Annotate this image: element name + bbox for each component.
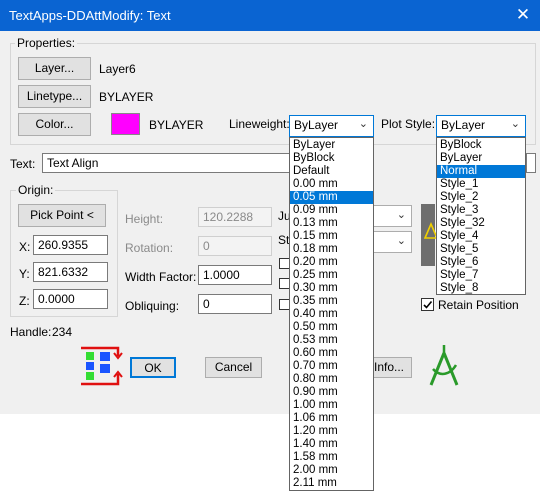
text-input-tail xyxy=(526,153,536,173)
lineweight-option[interactable]: 0.00 mm xyxy=(290,178,373,191)
lineweight-label: Lineweight: xyxy=(229,117,290,131)
lineweight-option[interactable]: 0.90 mm xyxy=(290,386,373,399)
lineweight-option[interactable]: 0.70 mm xyxy=(290,360,373,373)
plot-style-option[interactable]: Style_4 xyxy=(437,230,525,243)
lineweight-option[interactable]: 0.53 mm xyxy=(290,334,373,347)
lineweight-option[interactable]: 2.00 mm xyxy=(290,464,373,477)
lineweight-select[interactable]: ByLayer ⌄ xyxy=(289,115,374,137)
lineweight-option[interactable]: 0.30 mm xyxy=(290,282,373,295)
lineweight-option[interactable]: 0.60 mm xyxy=(290,347,373,360)
color-value: BYLAYER xyxy=(149,118,204,132)
width-factor-label: Width Factor: xyxy=(125,270,197,284)
lineweight-option[interactable]: 1.40 mm xyxy=(290,438,373,451)
plot-style-option[interactable]: Style_1 xyxy=(437,178,525,191)
plot-style-option[interactable]: ByLayer xyxy=(437,152,525,165)
obliquing-label: Obliquing: xyxy=(125,299,180,313)
x-input[interactable]: 260.9355 xyxy=(33,235,108,255)
width-factor-input[interactable]: 1.0000 xyxy=(198,265,272,285)
lineweight-option[interactable]: 1.00 mm xyxy=(290,399,373,412)
cancel-button[interactable]: Cancel xyxy=(205,357,262,378)
rotation-input: 0 xyxy=(198,236,272,256)
plot-style-option[interactable]: ByBlock xyxy=(437,139,525,152)
layer-button[interactable]: Layer... xyxy=(18,57,91,80)
chevron-down-icon: ⌄ xyxy=(396,235,406,247)
justify-select[interactable]: ⌄ xyxy=(372,205,412,227)
plot-style-option[interactable]: Style_6 xyxy=(437,256,525,269)
rotation-label: Rotation: xyxy=(125,241,174,255)
lineweight-option[interactable]: ByLayer xyxy=(290,139,373,152)
plot-style-option[interactable]: Style_8 xyxy=(437,282,525,295)
lineweight-select-value: ByLayer xyxy=(294,118,339,132)
chevron-down-icon: ⌄ xyxy=(396,209,406,221)
plot-style-option[interactable]: Style_3 xyxy=(437,204,525,217)
handle-label: Handle: xyxy=(10,325,52,339)
lineweight-option[interactable]: 2.11 mm xyxy=(290,477,373,490)
lineweight-option[interactable]: 0.15 mm xyxy=(290,230,373,243)
linetype-button[interactable]: Linetype... xyxy=(18,85,91,108)
lineweight-option[interactable]: 1.58 mm xyxy=(290,451,373,464)
height-input: 120.2288 xyxy=(198,207,272,227)
lineweight-option[interactable]: 1.06 mm xyxy=(290,412,373,425)
lineweight-option[interactable]: 0.50 mm xyxy=(290,321,373,334)
x-label: X: xyxy=(19,240,31,254)
properties-group-label: Properties: xyxy=(15,36,78,50)
lineweight-option[interactable]: ByBlock xyxy=(290,152,373,165)
text-label: Text: xyxy=(10,157,36,171)
color-swatch xyxy=(111,113,140,135)
retain-position-checkbox[interactable] xyxy=(421,298,434,311)
window-title: TextApps-DDAttModify: Text xyxy=(9,8,171,23)
linetype-value: BYLAYER xyxy=(99,90,154,104)
plot-style-option-highlighted[interactable]: Normal xyxy=(437,165,525,178)
retain-position-label: Retain Position xyxy=(438,298,519,312)
lineweight-option[interactable]: 0.25 mm xyxy=(290,269,373,282)
close-icon[interactable]: ✕ xyxy=(514,5,532,25)
chevron-down-icon: ⌄ xyxy=(510,118,520,130)
z-label: Z: xyxy=(19,294,30,308)
y-input[interactable]: 821.6332 xyxy=(33,262,108,282)
style-select[interactable]: ⌄ xyxy=(372,231,412,253)
y-label: Y: xyxy=(19,267,30,281)
plot-style-select-value: ByLayer xyxy=(441,118,486,132)
align-icon[interactable] xyxy=(78,346,124,386)
lineweight-option[interactable]: 0.09 mm xyxy=(290,204,373,217)
plot-style-dropdown-list: ByBlock ByLayer Normal Style_1 Style_2 S… xyxy=(436,137,526,295)
pick-point-button[interactable]: Pick Point < xyxy=(18,204,106,227)
compass-icon[interactable] xyxy=(426,343,462,389)
lineweight-option[interactable]: 0.20 mm xyxy=(290,256,373,269)
lineweight-option[interactable]: 0.13 mm xyxy=(290,217,373,230)
lineweight-option[interactable]: 0.80 mm xyxy=(290,373,373,386)
style-label: St xyxy=(278,233,290,247)
z-input[interactable]: 0.0000 xyxy=(33,289,108,309)
origin-group-label: Origin: xyxy=(16,183,56,197)
lineweight-option[interactable]: 0.35 mm xyxy=(290,295,373,308)
checkmark-icon xyxy=(423,300,433,309)
color-button[interactable]: Color... xyxy=(18,113,91,136)
chevron-down-icon: ⌄ xyxy=(358,118,368,130)
plot-style-option[interactable]: Style_32 xyxy=(437,217,525,230)
lineweight-dropdown-list: ByLayer ByBlock Default 0.00 mm 0.05 mm … xyxy=(289,137,374,491)
height-label: Height: xyxy=(125,212,164,226)
layer-value: Layer6 xyxy=(99,62,136,76)
ok-button[interactable]: OK xyxy=(130,357,176,378)
handle-value: 234 xyxy=(52,325,73,339)
plot-style-option[interactable]: Style_2 xyxy=(437,191,525,204)
plot-style-option[interactable]: Style_7 xyxy=(437,269,525,282)
plot-style-option[interactable]: Style_5 xyxy=(437,243,525,256)
lineweight-option[interactable]: 0.40 mm xyxy=(290,308,373,321)
lineweight-option-highlighted[interactable]: 0.05 mm xyxy=(290,191,373,204)
plot-style-select[interactable]: ByLayer ⌄ xyxy=(436,115,526,137)
lineweight-option[interactable]: 0.18 mm xyxy=(290,243,373,256)
lineweight-option[interactable]: Default xyxy=(290,165,373,178)
text-input[interactable]: Text Align xyxy=(42,153,292,173)
plot-style-label: Plot Style: xyxy=(381,117,436,131)
lineweight-option[interactable]: 1.20 mm xyxy=(290,425,373,438)
obliquing-input[interactable]: 0 xyxy=(198,294,272,314)
